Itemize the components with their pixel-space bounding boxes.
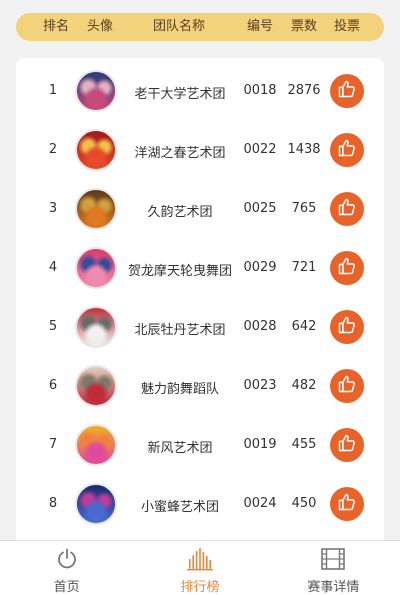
team-code: 0029 — [243, 260, 277, 275]
ranking-row: 2 洋湖之春艺术团 0022 1438 — [16, 121, 384, 179]
film-icon — [320, 547, 346, 571]
ranking-row: 7 新风艺术团 0019 455 — [16, 416, 384, 474]
team-avatar — [75, 483, 117, 525]
rank-number: 8 — [48, 496, 58, 511]
team-avatar — [75, 129, 117, 171]
rank-number: 3 — [48, 201, 58, 216]
tab-home[interactable]: 首页 — [0, 541, 133, 595]
team-name: 魅力韵舞蹈队 — [140, 382, 219, 397]
team-code: 0022 — [243, 142, 277, 157]
header-vote: 投票 — [333, 19, 360, 34]
tab-ranking[interactable]: 排行榜 — [133, 541, 266, 595]
team-avatar — [75, 247, 117, 289]
team-name: 老干大学艺术团 — [134, 87, 226, 102]
team-code: 0023 — [243, 378, 277, 393]
vote-button[interactable] — [330, 251, 364, 285]
team-avatar — [75, 365, 117, 407]
thumbs-up-icon — [337, 197, 357, 221]
ranking-row: 6 魅力韵舞蹈队 0023 482 — [16, 357, 384, 415]
thumbs-up-icon — [337, 138, 357, 162]
ranking-bars-icon — [186, 547, 214, 571]
vote-count: 642 — [291, 319, 317, 334]
header-code: 编号 — [246, 19, 273, 34]
ranking-row: 5 北辰牡丹艺术团 0028 642 — [16, 298, 384, 356]
thumbs-up-icon — [337, 492, 357, 516]
vote-count: 765 — [291, 201, 317, 216]
vote-count: 2876 — [287, 83, 321, 98]
thumbs-up-icon — [337, 315, 357, 339]
team-code: 0019 — [243, 437, 277, 452]
ranking-row: 3 久韵艺术团 0025 765 — [16, 180, 384, 238]
rank-number: 4 — [48, 260, 58, 275]
ranking-table-header: 排名 头像 团队名称 编号 票数 投票 — [16, 13, 384, 41]
team-name: 洋湖之春艺术团 — [134, 146, 226, 161]
vote-count: 1438 — [287, 142, 321, 157]
rank-number: 7 — [48, 437, 58, 452]
team-name: 北辰牡丹艺术团 — [134, 323, 226, 338]
team-code: 0024 — [243, 496, 277, 511]
thumbs-up-icon — [337, 79, 357, 103]
tab-event-details-label: 赛事详情 — [307, 580, 360, 595]
ranking-row: 4 贺龙摩天轮曳舞团 0029 721 — [16, 239, 384, 297]
tab-event-details[interactable]: 赛事详情 — [267, 541, 400, 595]
team-avatar — [75, 424, 117, 466]
team-name: 新风艺术团 — [147, 441, 213, 456]
ranking-list: 1 老干大学艺术团 0018 2876 2 洋湖之春艺术团 0022 1 4 3 8 … — [16, 58, 384, 548]
ranking-row: 8 小蜜蜂艺术团 0024 450 — [16, 475, 384, 533]
thumbs-up-icon — [337, 256, 357, 280]
thumbs-up-icon — [337, 433, 357, 457]
tab-ranking-label: 排行榜 — [180, 580, 220, 595]
vote-button[interactable] — [330, 74, 364, 108]
header-votes: 票数 — [290, 19, 317, 34]
vote-count: 482 — [291, 378, 317, 393]
team-avatar — [75, 188, 117, 230]
rank-number: 6 — [48, 378, 58, 393]
rank-number: 1 — [48, 83, 58, 98]
bottom-tab-bar: 首页 排行榜 赛事详情 — [0, 540, 400, 595]
vote-button[interactable] — [330, 428, 364, 462]
team-name: 贺龙摩天轮曳舞团 — [127, 264, 232, 279]
rank-number: 5 — [48, 319, 58, 334]
vote-button[interactable] — [330, 310, 364, 344]
vote-count: 450 — [291, 496, 317, 511]
thumbs-up-icon — [337, 374, 357, 398]
tab-home-label: 首页 — [53, 580, 80, 595]
ranking-row: 1 老干大学艺术团 0018 2876 — [16, 62, 384, 120]
team-avatar — [75, 70, 117, 112]
rank-number: 2 — [48, 142, 58, 157]
vote-button[interactable] — [330, 133, 364, 167]
vote-count: 455 — [291, 437, 317, 452]
power-icon — [55, 547, 79, 571]
team-code: 0025 — [243, 201, 277, 216]
team-name: 久韵艺术团 — [147, 205, 213, 220]
team-code: 0028 — [243, 319, 277, 334]
header-team-name: 团队名称 — [152, 19, 205, 34]
vote-count: 721 — [291, 260, 317, 275]
vote-button[interactable] — [330, 192, 364, 226]
vote-button[interactable] — [330, 369, 364, 403]
header-avatar: 头像 — [86, 19, 113, 34]
team-code: 0018 — [243, 83, 277, 98]
team-avatar — [75, 306, 117, 348]
vote-button[interactable] — [330, 487, 364, 521]
team-name: 小蜜蜂艺术团 — [140, 500, 219, 515]
header-rank: 排名 — [42, 19, 69, 34]
